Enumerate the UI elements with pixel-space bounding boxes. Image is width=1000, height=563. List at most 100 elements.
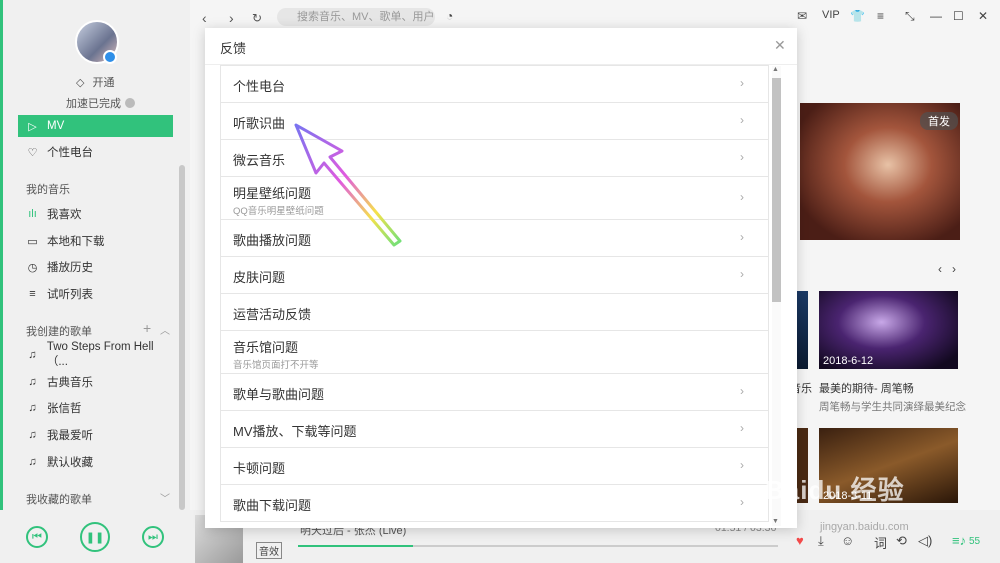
annotation-arrow-icon	[294, 123, 402, 247]
sidebar-item-label: 我喜欢	[47, 209, 82, 221]
playlist-label: 我最爱听	[47, 430, 93, 442]
menu-icon[interactable]: ≡	[877, 9, 884, 23]
feedback-list-item[interactable]: MV播放、下载等问题 ›	[220, 410, 769, 448]
playlist-item[interactable]: ♫ Two Steps From Hell（...	[18, 341, 173, 368]
feedback-list-item[interactable]: 歌曲下载问题 ›	[220, 484, 769, 522]
pause-icon[interactable]: ❚❚	[80, 522, 110, 552]
monitor-icon: ▭	[27, 235, 38, 248]
sidebar-item-favorites[interactable]: ılı 我喜欢	[18, 203, 173, 225]
playlist-label: Two Steps From Hell（...	[46, 341, 154, 368]
premiere-badge: 首发	[920, 112, 958, 130]
chevron-right-icon: ›	[740, 267, 744, 281]
watermark-url: jingyan.baidu.com	[820, 521, 909, 533]
accel-status: 加速已完成	[66, 95, 135, 111]
download-icon[interactable]: ⤓	[818, 533, 824, 549]
sidebar-item-radio[interactable]: ♡ 个性电台	[18, 141, 173, 163]
maximize-icon[interactable]: ☐	[953, 9, 964, 23]
playlist-item[interactable]: ♫ 张信哲	[18, 397, 173, 419]
chevron-right-icon: ›	[740, 230, 744, 244]
sidebar-item-trial-list[interactable]: ≡ 试听列表	[18, 283, 173, 305]
feedback-item-label: MV播放、下载等问题	[233, 424, 357, 439]
my-music-title: 我的音乐	[26, 184, 70, 196]
mv-title[interactable]: 最美的期待- 周笔畅	[819, 380, 914, 396]
close-icon[interactable]: ✕	[774, 37, 786, 54]
chevron-right-icon: ›	[740, 190, 744, 204]
sidebar-item-label: 本地和下载	[47, 236, 105, 248]
chevron-right-icon: ›	[740, 495, 744, 509]
carousel-next-icon[interactable]: ›	[952, 262, 956, 276]
vip-link[interactable]: VIP	[822, 9, 840, 21]
playlist-label: 张信哲	[47, 403, 82, 415]
baidu-watermark: Baidu 经验	[765, 475, 905, 505]
vip-open-link[interactable]: ◇ 开通	[76, 74, 114, 90]
minimize-icon[interactable]: —	[930, 9, 942, 23]
dialog-scroll-thumb[interactable]	[772, 78, 781, 302]
radio-icon: ♡	[27, 146, 38, 159]
feedback-list-item[interactable]: 音乐馆问题音乐馆页面打不开等	[220, 330, 769, 374]
comment-icon[interactable]: ☺	[841, 533, 854, 548]
vip-open-label: 开通	[92, 77, 115, 89]
sidebar-item-local-download[interactable]: ▭ 本地和下载	[18, 230, 173, 252]
scroll-up-icon[interactable]: ▲	[772, 66, 779, 73]
feedback-item-label: 个性电台	[233, 79, 286, 94]
feedback-item-description: 音乐馆页面打不开等	[233, 360, 319, 371]
mail-icon[interactable]: ✉	[797, 9, 807, 23]
collapse-icon[interactable]: ︿	[160, 322, 170, 337]
next-icon[interactable]: ⏭	[142, 526, 164, 548]
feedback-list-item[interactable]: 歌单与歌曲问题 ›	[220, 373, 769, 411]
recognize-icon[interactable]: ◔	[446, 9, 453, 23]
scroll-down-icon[interactable]: ▼	[772, 518, 779, 525]
feedback-item-label: 音乐馆问题	[233, 340, 299, 355]
feedback-list-item[interactable]: 卡顿问题 ›	[220, 447, 769, 485]
close-window-icon[interactable]: ✕	[978, 9, 988, 23]
mini-mode-icon[interactable]: ⤡	[905, 9, 915, 24]
chevron-right-icon: ›	[740, 76, 744, 90]
chevron-right-icon: ›	[740, 150, 744, 164]
progress-fill	[298, 545, 414, 547]
skin-icon[interactable]: 👕	[850, 9, 865, 23]
playlist-icon[interactable]: ≡♪	[952, 533, 966, 548]
feedback-list-item[interactable]: 运营活动反馈	[220, 293, 769, 331]
sidebar-scrollbar[interactable]	[179, 165, 185, 510]
diamond-icon: ◇	[76, 76, 85, 89]
mv-date: 2018-6-12	[823, 355, 874, 367]
volume-icon[interactable]: ◁)	[918, 533, 932, 549]
carousel-prev-icon[interactable]: ‹	[938, 262, 942, 276]
loop-icon[interactable]: ⟲	[896, 533, 907, 549]
feedback-item-label: 运营活动反馈	[233, 307, 312, 322]
music-note-icon: ♫	[28, 402, 37, 414]
feedback-list-item[interactable]: 个性电台 ›	[220, 65, 769, 103]
expand-icon[interactable]: ﹀	[160, 490, 170, 505]
sidebar-item-mv[interactable]: ▷ MV	[18, 115, 173, 137]
feedback-item-label: 歌曲下载问题	[233, 498, 312, 513]
music-note-icon: ♫	[28, 376, 37, 388]
clock-icon: ◷	[27, 261, 38, 274]
feedback-item-label: 歌单与歌曲问题	[233, 387, 325, 402]
sidebar-item-history[interactable]: ◷ 播放历史	[18, 256, 173, 278]
previous-icon[interactable]: ⏮	[26, 526, 48, 548]
chevron-right-icon: ›	[740, 458, 744, 472]
like-icon[interactable]: ♥	[796, 533, 804, 548]
refresh-icon[interactable]: ↻	[252, 11, 262, 25]
playlist-item[interactable]: ♫ 默认收藏	[18, 451, 173, 473]
playlist-item[interactable]: ♫ 古典音乐	[18, 371, 173, 393]
feedback-list-item[interactable]: 皮肤问题 ›	[220, 256, 769, 294]
accel-icon	[125, 98, 135, 108]
forward-icon[interactable]: ›	[229, 10, 234, 26]
chevron-right-icon: ›	[740, 421, 744, 435]
playlist-label: 古典音乐	[47, 377, 93, 389]
sound-effect-button[interactable]: 音效	[256, 542, 282, 559]
accel-label: 加速已完成	[66, 98, 121, 110]
collected-playlists-title: 我收藏的歌单	[26, 494, 92, 506]
lyrics-button[interactable]: 词	[874, 533, 887, 552]
playlist-item[interactable]: ♫ 我最爱听	[18, 424, 173, 446]
mv-icon: ▷	[28, 120, 37, 133]
progress-bar[interactable]	[298, 545, 778, 547]
search-input[interactable]: 搜索音乐、MV、歌单、用户	[277, 8, 435, 26]
list-icon: ≡	[29, 288, 36, 300]
add-playlist-icon[interactable]: +	[143, 320, 151, 336]
feedback-item-label: 卡顿问题	[233, 461, 286, 476]
feedback-item-label: 皮肤问题	[233, 270, 286, 285]
back-icon[interactable]: ‹	[202, 10, 207, 26]
sidebar-item-label: MV	[47, 120, 65, 132]
